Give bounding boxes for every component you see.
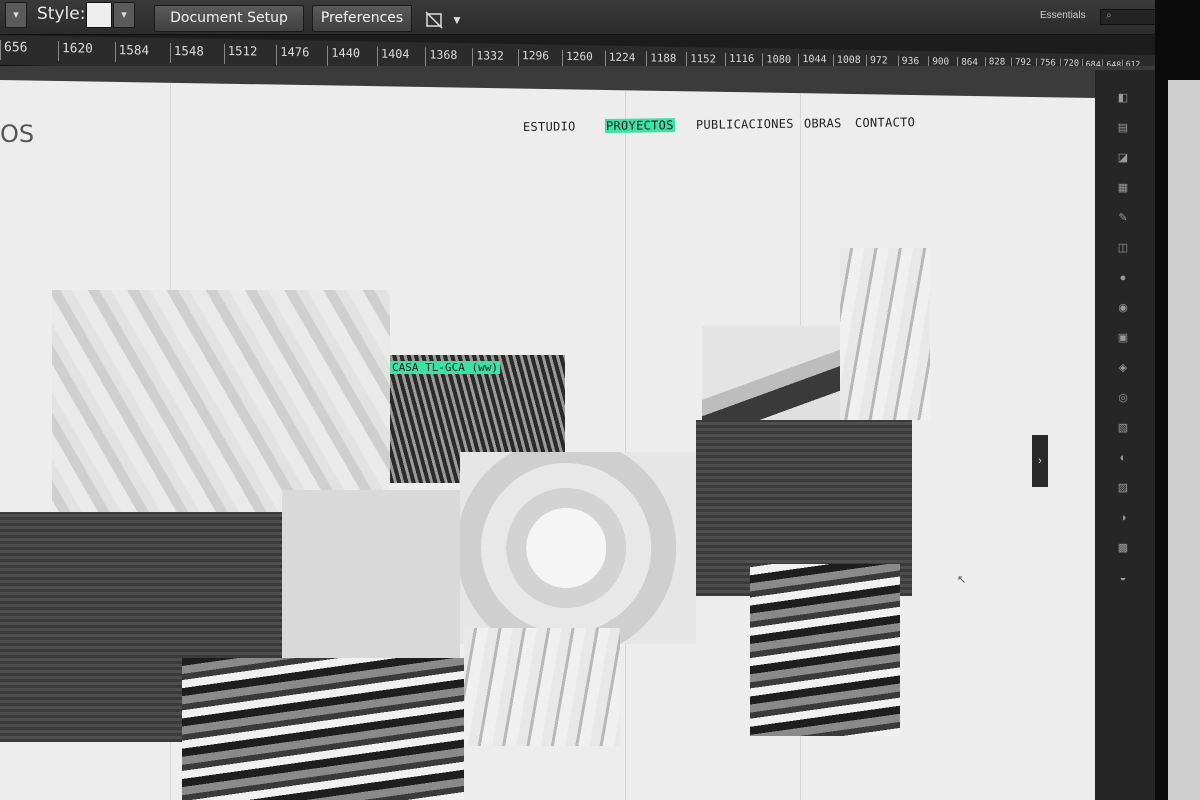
project-tile[interactable] (460, 452, 696, 644)
tool-panel-icon[interactable]: ▣ (1117, 332, 1129, 344)
tool-panel-icon[interactable]: ◉ (1117, 302, 1129, 314)
style-dropdown-arrow-icon[interactable]: ▾ (113, 2, 135, 28)
tool-panel-icon[interactable]: ▧ (1117, 422, 1129, 434)
preferences-button[interactable]: Preferences (312, 5, 412, 32)
tool-panel-icon[interactable]: ◐ (1117, 452, 1129, 464)
document-setup-button[interactable]: Document Setup (154, 5, 304, 32)
ruler-tick-label: 1584 (114, 42, 150, 63)
style-swatch[interactable] (86, 2, 112, 28)
nav-item-estudio[interactable]: ESTUDIO (523, 119, 576, 134)
dropdown-arrow-icon[interactable]: ▾ (5, 2, 27, 28)
project-tile[interactable] (464, 628, 620, 746)
gallery-next-arrow[interactable]: › (1032, 435, 1048, 487)
project-tile[interactable] (182, 658, 464, 800)
tool-panel-icon[interactable]: ◫ (1117, 242, 1129, 254)
tool-panel-icon[interactable]: ◪ (1117, 152, 1129, 164)
nav-item-contacto[interactable]: CONTACTO (855, 115, 915, 130)
tool-panel-icon[interactable]: ▤ (1117, 122, 1129, 134)
ruler-tick-label: 1620 (58, 41, 93, 62)
workspace-switcher[interactable]: Essentials (1040, 10, 1086, 21)
nav-item-publicaciones[interactable]: PUBLICACIONES (696, 117, 794, 132)
tool-panel-icon[interactable]: ▦ (1117, 182, 1129, 194)
site-logo[interactable]: OS (0, 120, 34, 148)
tool-panel-icon[interactable]: ◎ (1117, 392, 1129, 404)
ruler-tick-label: 1476 (276, 44, 310, 66)
search-icon: ⌕ (1106, 10, 1112, 21)
style-label: Style: (37, 4, 86, 24)
column-guide (625, 80, 626, 800)
tool-panel-icon[interactable]: ● (1117, 272, 1129, 284)
ruler-tick-label: 1512 (223, 43, 258, 65)
nav-item-proyectos[interactable]: PROYECTOS (604, 118, 675, 133)
nav-item-obras[interactable]: OBRAS (804, 116, 842, 130)
project-tile[interactable] (750, 564, 900, 736)
background-wall (1168, 80, 1200, 800)
tool-panel-icon[interactable]: ◧ (1117, 92, 1129, 104)
project-tile[interactable] (840, 248, 930, 420)
control-toolbar: ▾ Style: ▾ Document Setup Preferences ▼ … (0, 0, 1200, 35)
tools-panel: ◧ ▤ ◪ ▦ ✎ ◫ ● ◉ ▣ ◈ ◎ ▧ ◐ ▨ ◑ ▩ ◒ (1095, 70, 1155, 800)
screen-mode-icon[interactable] (424, 10, 444, 30)
web-page-canvas: OS ESTUDIO PROYECTOS PUBLICACIONES OBRAS… (0, 80, 1095, 800)
ruler-tick-label: 1548 (169, 42, 204, 64)
tool-panel-icon[interactable]: ◒ (1117, 572, 1129, 584)
ruler-tick-label: 1368 (425, 47, 458, 68)
tool-panel-icon[interactable]: ▩ (1117, 542, 1129, 554)
tool-panel-icon[interactable]: ▨ (1117, 482, 1129, 494)
tool-panel-icon[interactable]: ◑ (1117, 512, 1129, 524)
screen-mode-dropdown-icon[interactable]: ▼ (451, 13, 463, 27)
tool-panel-icon[interactable]: ◈ (1117, 362, 1129, 374)
tool-panel-icon[interactable]: ✎ (1117, 212, 1129, 224)
ruler-tick-label: 656 (0, 40, 28, 61)
ruler-tick-label: 1440 (327, 45, 361, 67)
ruler-tick-label: 1404 (377, 46, 410, 68)
mouse-cursor-icon: ↖ (957, 574, 967, 586)
project-caption[interactable]: CASA TL-GCA (ww) (390, 361, 500, 374)
